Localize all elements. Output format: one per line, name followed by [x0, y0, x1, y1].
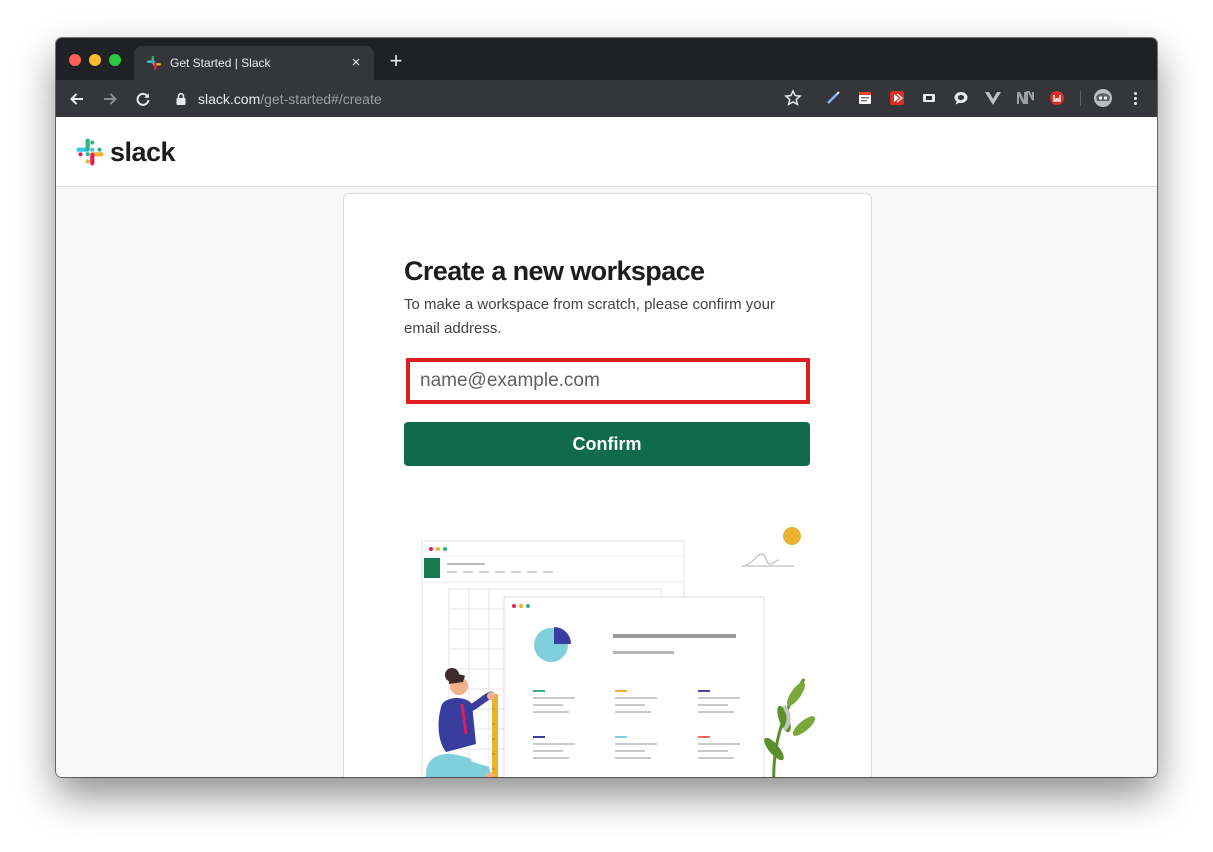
tab-close-icon[interactable]: × [348, 55, 364, 71]
slack-logo[interactable]: slack [76, 137, 176, 167]
minimize-window-button[interactable] [89, 54, 101, 66]
browser-toolbar: slack.com/get-started#/create [56, 80, 1157, 117]
red-shield-extension-icon[interactable] [1048, 89, 1066, 107]
slack-logo-icon [76, 138, 104, 166]
maximize-window-button[interactable] [109, 54, 121, 66]
vue-devtools-icon[interactable] [984, 89, 1002, 107]
menu-dot [1133, 101, 1137, 105]
url-path: /get-started#/create [260, 90, 382, 107]
site-header: slack [56, 117, 1157, 187]
reload-button[interactable] [132, 88, 154, 110]
red-play-extension-icon[interactable] [888, 89, 906, 107]
browser-menu-button[interactable] [1126, 89, 1144, 107]
arrow-right-icon [104, 93, 117, 105]
page-content: slack Create a new workspace To make a w… [56, 117, 1157, 777]
page-title: Create a new workspace [404, 256, 705, 286]
tab-get-started[interactable]: Get Started | Slack × [134, 46, 374, 80]
create-workspace-card: Create a new workspace To make a workspa… [343, 193, 872, 777]
back-button[interactable] [66, 88, 88, 110]
notes-extension-icon[interactable] [856, 89, 874, 107]
tab-strip: Get Started | Slack × + [56, 38, 1157, 80]
workspace-illustration [421, 527, 816, 777]
tab-title: Get Started | Slack [170, 56, 271, 70]
star-icon [784, 89, 802, 106]
profile-avatar-icon[interactable] [1092, 87, 1114, 109]
browser-window: Get Started | Slack × + slack.com/get-st… [56, 38, 1157, 777]
toolbar-separator [1080, 91, 1081, 106]
address-bar[interactable]: slack.com/get-started#/create [166, 84, 816, 113]
bookmark-star-button[interactable] [782, 87, 804, 109]
slack-wordmark: slack [110, 137, 176, 167]
url-host: slack.com [198, 90, 261, 107]
url-text: slack.com/get-started#/create [198, 91, 382, 107]
email-input[interactable] [406, 358, 810, 404]
menu-dot [1133, 91, 1137, 95]
slack-favicon-icon [147, 56, 161, 70]
chat-bubble-extension-icon[interactable] [952, 89, 970, 107]
confirm-button[interactable]: Confirm [404, 422, 810, 466]
page-description: To make a workspace from scratch, please… [404, 296, 775, 337]
mn-extension-icon[interactable] [1016, 89, 1034, 107]
menu-dot [1133, 96, 1137, 100]
lock-icon [176, 92, 186, 105]
close-window-button[interactable] [69, 54, 81, 66]
new-tab-button[interactable]: + [386, 50, 406, 72]
forward-button[interactable] [99, 88, 121, 110]
screen-extension-icon[interactable] [920, 89, 938, 107]
arrow-left-icon [70, 93, 83, 105]
reload-icon [136, 92, 150, 106]
pen-extension-icon[interactable] [824, 89, 842, 107]
